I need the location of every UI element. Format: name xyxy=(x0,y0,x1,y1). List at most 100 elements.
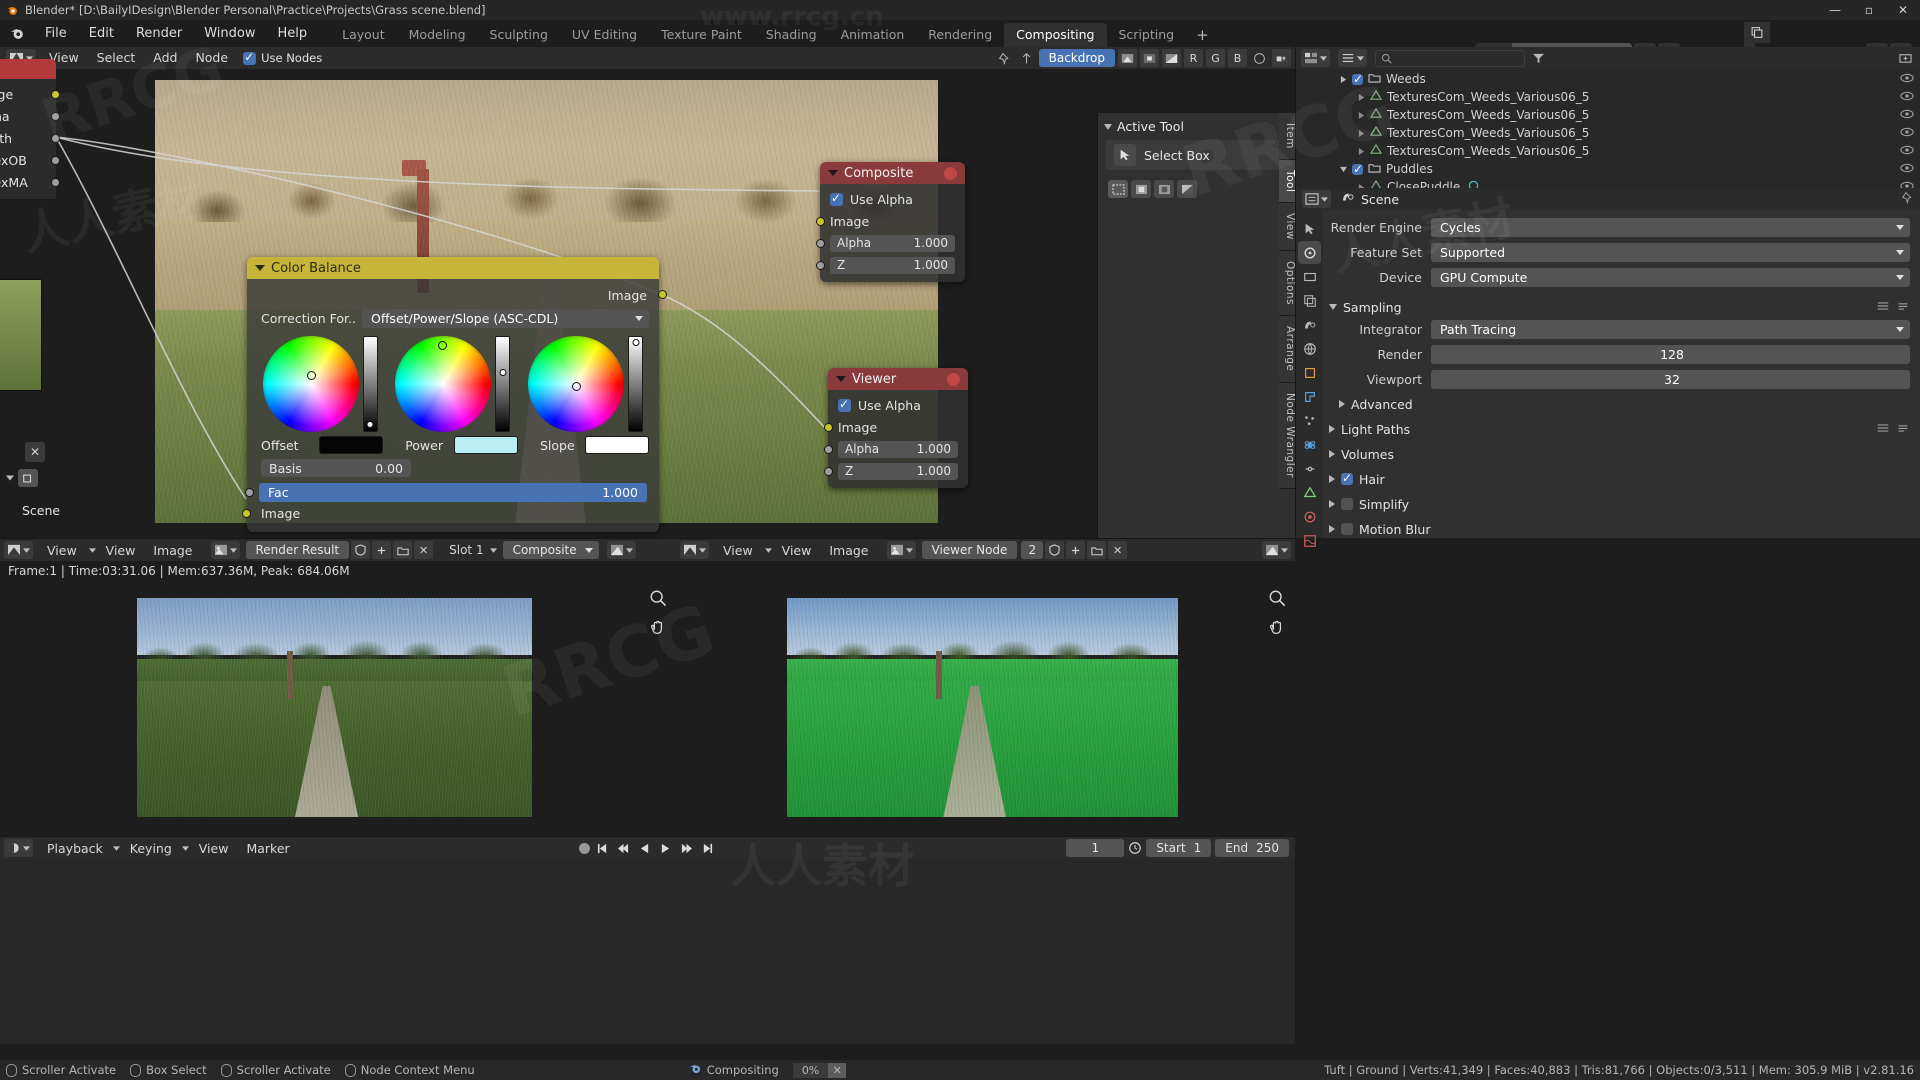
open-image-folder-icon[interactable] xyxy=(393,541,413,559)
render-layers-node-header[interactable] xyxy=(0,59,56,79)
fit-backdrop-icon[interactable] xyxy=(1140,49,1159,67)
sidebar-tab-arrange[interactable]: Arrange xyxy=(1279,316,1295,383)
jump-start-icon[interactable] xyxy=(594,839,612,857)
composite-input-z[interactable]: Z 1.000 xyxy=(816,254,965,276)
image-browse-icon[interactable] xyxy=(210,541,240,559)
viewer-input-z[interactable]: Z 1.000 xyxy=(824,460,968,482)
menu-help[interactable]: Help xyxy=(267,23,319,45)
pan-hand-icon[interactable] xyxy=(1267,618,1287,638)
frame-end-field[interactable]: End 250 xyxy=(1215,839,1289,857)
device-dropdown[interactable]: GPU Compute xyxy=(1431,267,1910,287)
up-arrow-icon[interactable] xyxy=(1017,49,1036,67)
properties-tab-object-data[interactable] xyxy=(1298,481,1321,504)
visibility-eye-icon[interactable] xyxy=(1900,126,1914,140)
select-subtract-icon[interactable] xyxy=(1154,180,1174,198)
add-workspace-button[interactable]: + xyxy=(1186,23,1219,47)
menu-file[interactable]: File xyxy=(34,23,78,45)
panel-volumes[interactable]: Volumes xyxy=(1329,443,1910,465)
display-channels-icon[interactable] xyxy=(1262,541,1291,559)
workspace-tab-uv-editing[interactable]: UV Editing xyxy=(560,23,649,47)
visibility-eye-icon[interactable] xyxy=(1900,144,1914,158)
prev-keyframe-icon[interactable] xyxy=(615,839,633,857)
socket-indexob[interactable]: IndexOB xyxy=(0,149,60,171)
offset-swatch[interactable] xyxy=(319,436,384,454)
expand-arrow-icon[interactable] xyxy=(1358,108,1365,122)
new-image-icon[interactable] xyxy=(1066,541,1086,559)
fac-slider[interactable]: Fac 1.000 xyxy=(245,483,647,502)
move-backdrop-icon[interactable] xyxy=(1118,49,1137,67)
scene-browse-icon[interactable] xyxy=(18,469,38,487)
sampling-menu-icon[interactable] xyxy=(1896,300,1910,315)
sampling-panel-header[interactable]: Sampling xyxy=(1329,296,1910,318)
slot-chevron-icon[interactable] xyxy=(489,547,497,553)
viewer-use-alpha-checkbox[interactable] xyxy=(838,397,851,412)
properties-pin-icon[interactable] xyxy=(1901,191,1914,208)
composite-input-image[interactable]: Image xyxy=(816,210,965,232)
expand-arrow-icon[interactable] xyxy=(1339,400,1345,408)
expand-arrow-icon[interactable] xyxy=(1329,475,1335,483)
collapse-arrow-icon[interactable] xyxy=(1329,304,1337,310)
collapse-arrow-icon[interactable] xyxy=(1104,123,1112,130)
close-image-icon[interactable]: ✕ xyxy=(414,541,434,559)
node-menu-node[interactable]: Node xyxy=(186,49,237,67)
expand-arrow-icon[interactable] xyxy=(1329,450,1335,458)
timeline-menu-playback[interactable]: Playback xyxy=(39,841,111,856)
indexob-socket[interactable] xyxy=(51,155,60,165)
viewer-alpha-field[interactable]: Alpha 1.000 xyxy=(838,440,958,458)
collapse-triangle-icon[interactable] xyxy=(836,376,846,382)
playback-chevron-icon[interactable] xyxy=(112,845,120,851)
pin-icon[interactable] xyxy=(995,49,1014,67)
node-menu-select[interactable]: Select xyxy=(88,49,145,67)
new-image-icon[interactable] xyxy=(372,541,392,559)
next-keyframe-icon[interactable] xyxy=(678,839,696,857)
outliner-row-weed-4[interactable]: TexturesCom_Weeds_Various06_5 xyxy=(1296,142,1920,160)
panel-motion-blur[interactable]: Motion Blur xyxy=(1329,518,1910,538)
advanced-subpanel-header[interactable]: Advanced xyxy=(1329,393,1910,415)
zoom-icon[interactable] xyxy=(648,588,668,608)
active-tool-card[interactable]: Select Box xyxy=(1106,140,1287,170)
expand-arrow-icon[interactable] xyxy=(1340,162,1347,176)
image-editor-left-canvas[interactable] xyxy=(0,580,676,836)
panel-hair[interactable]: Hair xyxy=(1329,468,1910,490)
offset-wheel-cursor[interactable] xyxy=(306,370,316,380)
select-set-icon[interactable] xyxy=(1108,180,1128,198)
power-wheel-cursor[interactable] xyxy=(437,340,447,350)
image-editor-left-menu-view2[interactable]: View xyxy=(98,543,144,558)
viewer-input-image[interactable]: Image xyxy=(824,416,968,438)
timeline-menu-marker[interactable]: Marker xyxy=(238,841,297,856)
close-image-icon[interactable]: ✕ xyxy=(1108,541,1128,559)
outliner-editor-type-selector[interactable] xyxy=(1301,49,1330,67)
properties-tab-render[interactable] xyxy=(1298,241,1321,264)
slot-label[interactable]: Slot 1 xyxy=(449,543,483,557)
indexma-socket[interactable] xyxy=(51,177,60,187)
power-value-knob[interactable] xyxy=(499,369,507,376)
socket-alpha[interactable]: Alpha xyxy=(0,105,60,127)
image-editor-right-view-chevron-icon[interactable] xyxy=(764,547,772,553)
basis-field[interactable]: Basis 0.00 xyxy=(261,459,411,477)
menu-render[interactable]: Render xyxy=(125,23,193,45)
outliner-row-closepuddle[interactable]: ClosePuddle xyxy=(1296,178,1920,188)
render-layers-node[interactable]: Image Alpha Depth IndexOB IndexMA xyxy=(0,59,60,199)
workspace-tab-sculpting[interactable]: Sculpting xyxy=(478,23,560,47)
motion-blur-checkbox[interactable] xyxy=(1341,523,1353,535)
viewer-image-name-field[interactable]: Viewer Node xyxy=(921,541,1018,559)
select-extend-icon[interactable] xyxy=(1131,180,1151,198)
workspace-tab-animation[interactable]: Animation xyxy=(829,23,917,47)
image-editor-right-menu-view[interactable]: View xyxy=(715,543,761,558)
slope-swatch[interactable] xyxy=(585,436,650,454)
offset-color-wheel[interactable] xyxy=(262,336,359,432)
properties-editor-type-selector[interactable] xyxy=(1302,190,1331,208)
light-paths-menu-icon[interactable] xyxy=(1896,422,1910,437)
menu-edit[interactable]: Edit xyxy=(78,23,125,45)
sidebar-tab-tool[interactable]: Tool xyxy=(1279,159,1295,204)
viewer-input-alpha[interactable]: Alpha 1.000 xyxy=(824,438,968,460)
workspace-tab-scripting[interactable]: Scripting xyxy=(1107,23,1187,47)
outliner-filter-icon[interactable] xyxy=(1529,49,1548,67)
expand-arrow-icon[interactable] xyxy=(1329,500,1335,508)
channel-alpha-icon[interactable]: G xyxy=(1206,49,1225,67)
render-samples-field[interactable]: 128 xyxy=(1431,344,1910,364)
proportional-edit-icon[interactable] xyxy=(1250,49,1269,67)
workspace-tab-texture-paint[interactable]: Texture Paint xyxy=(649,23,754,47)
job-cancel-button[interactable]: ✕ xyxy=(828,1062,847,1078)
close-button[interactable]: ✕ xyxy=(1886,0,1920,20)
